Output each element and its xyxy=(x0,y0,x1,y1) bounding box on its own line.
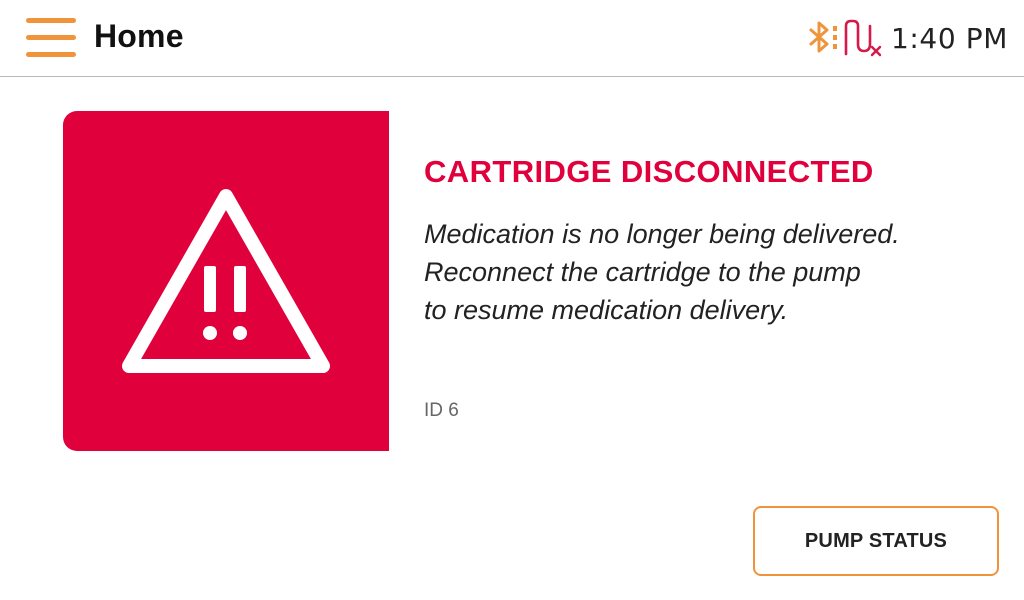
clock: 1:40 PM xyxy=(890,21,1008,55)
status-area: 1:40 PM xyxy=(805,18,1008,58)
menu-icon-bar xyxy=(26,18,76,23)
alert-message-line: to resume medication delivery. xyxy=(424,295,789,325)
pump-status-button[interactable]: PUMP STATUS xyxy=(753,506,999,576)
bluetooth-icon xyxy=(809,21,837,53)
top-bar: Home 1:40 PM xyxy=(0,0,1024,77)
alert-message-line: Reconnect the cartridge to the pump xyxy=(424,257,861,287)
menu-icon-bar xyxy=(26,35,76,40)
warning-icon xyxy=(122,189,330,373)
alert-message-line: Medication is no longer being delivered. xyxy=(424,219,900,249)
menu-button[interactable] xyxy=(26,17,76,57)
alert-icon-tile xyxy=(63,111,389,451)
pump-disconnected-icon xyxy=(844,19,882,57)
menu-icon-bar xyxy=(26,52,76,57)
alert-id: ID 6 xyxy=(424,400,459,421)
page-title: Home xyxy=(94,18,184,54)
alert-message: Medication is no longer being delivered.… xyxy=(424,215,984,329)
alert-title: CARTRIDGE DISCONNECTED xyxy=(424,154,874,189)
